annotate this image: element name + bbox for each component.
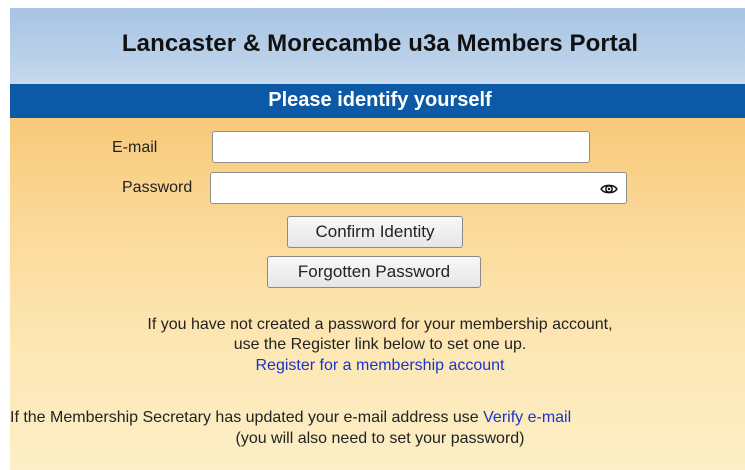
password-field[interactable] (211, 173, 626, 203)
portal-title: Lancaster & Morecambe u3a Members Portal (121, 30, 639, 57)
email-label: E-mail (112, 139, 158, 156)
register-link[interactable]: Register for a membership account (256, 357, 505, 374)
identify-banner: Please identify yourself (10, 84, 745, 118)
email-field[interactable] (213, 132, 589, 162)
verify-info-line: If the Membership Secretary has updated … (10, 408, 745, 428)
identify-heading: Please identify yourself (268, 89, 492, 111)
verify-info-note: (you will also need to set your password… (235, 430, 525, 447)
portal-header: Lancaster & Morecambe u3a Members Portal (10, 8, 745, 84)
members-portal-page: Lancaster & Morecambe u3a Members Portal… (0, 0, 745, 470)
verify-info-text: If the Membership Secretary has updated … (10, 409, 479, 426)
login-panel: E-mail Password Confirm Identity Forgott… (10, 118, 745, 470)
register-info-line1: If you have not created a password for y… (147, 316, 613, 333)
verify-email-link[interactable]: Verify e-mail (483, 409, 571, 426)
password-field-wrapper (210, 172, 627, 204)
email-field-wrapper (212, 131, 590, 163)
forgotten-password-button[interactable]: Forgotten Password (267, 256, 481, 288)
eye-icon[interactable] (600, 180, 618, 198)
confirm-identity-button[interactable]: Confirm Identity (287, 216, 463, 248)
register-info-line2: use the Register link below to set one u… (233, 336, 527, 353)
password-label: Password (122, 179, 193, 196)
register-link-line: Register for a membership account (10, 356, 745, 376)
